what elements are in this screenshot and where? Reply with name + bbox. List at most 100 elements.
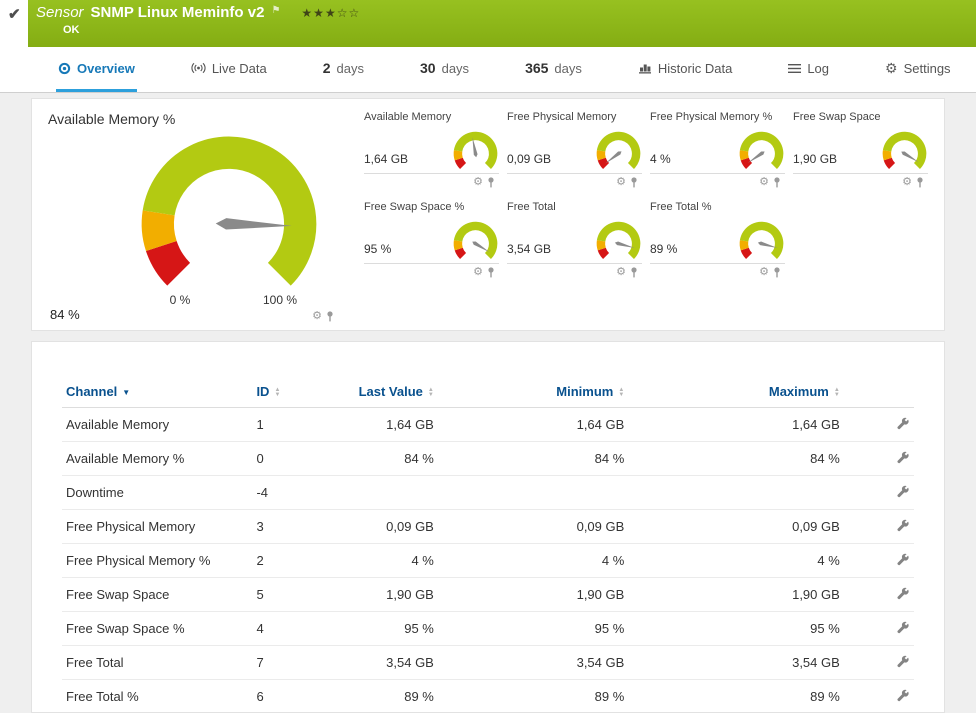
column-header-last-value[interactable]: Last Value ▲ ▼ bbox=[312, 376, 438, 408]
maximum-cell bbox=[628, 475, 844, 510]
flag-icon: ⚑ bbox=[271, 5, 281, 16]
column-header-minimum-label: Minimum bbox=[556, 384, 614, 399]
tab-historic-data[interactable]: Historic Data bbox=[636, 47, 734, 92]
tab-live-data[interactable]: Live Data bbox=[189, 47, 269, 92]
channel-settings-button[interactable] bbox=[896, 586, 910, 603]
tab-log[interactable]: Log bbox=[786, 47, 831, 92]
gauge-pin-icon[interactable] bbox=[487, 266, 495, 278]
gauge-settings-gear-icon[interactable]: ⚙ bbox=[759, 176, 769, 188]
sensor-header-bar: Sensor SNMP Linux Meminfo v2 ⚑ ★★★☆☆ OK bbox=[28, 0, 976, 47]
status-check-icon: ✔ bbox=[8, 6, 21, 23]
tab-2-days[interactable]: 2 days bbox=[321, 47, 366, 92]
gauge-pin-icon[interactable] bbox=[773, 176, 781, 188]
tab-365-days[interactable]: 365 days bbox=[523, 47, 584, 92]
channel-settings-button[interactable] bbox=[896, 654, 910, 671]
column-header-id[interactable]: ID ▲ ▼ bbox=[252, 376, 313, 408]
last-value-cell: 3,54 GB bbox=[312, 645, 438, 680]
last-value-cell: 1,64 GB bbox=[312, 407, 438, 442]
channel-settings-button[interactable] bbox=[896, 450, 910, 467]
gauge-settings-gear-icon[interactable]: ⚙ bbox=[616, 266, 626, 278]
channel-settings-button[interactable] bbox=[896, 688, 910, 705]
settings-gear-icon: ⚙ bbox=[885, 59, 898, 76]
channel-settings-button[interactable] bbox=[896, 620, 910, 637]
gauge-panel: Available Memory % 0 % 100 % 84 % ⚙ Avai… bbox=[31, 98, 945, 331]
minimum-cell bbox=[437, 475, 629, 510]
channel-id-cell: 7 bbox=[252, 645, 313, 680]
gauge-pin-icon[interactable] bbox=[487, 176, 495, 188]
star-rating[interactable]: ★★★☆☆ bbox=[301, 6, 360, 20]
mini-gauges-grid: Available Memory 1,64 GB ⚙ Free Physical… bbox=[348, 111, 928, 322]
gauge-pin-icon[interactable] bbox=[916, 176, 924, 188]
status-badge: OK bbox=[63, 24, 80, 36]
channel-name-cell[interactable]: Free Swap Space bbox=[62, 577, 253, 612]
column-header-actions bbox=[843, 376, 914, 408]
mini-gauge-tile: Available Memory 1,64 GB ⚙ bbox=[364, 111, 499, 195]
gauge-settings-gear-icon[interactable]: ⚙ bbox=[473, 176, 483, 188]
mini-gauge-chart bbox=[882, 131, 927, 170]
channel-id-cell: -4 bbox=[252, 475, 313, 510]
channel-name-cell[interactable]: Available Memory bbox=[62, 407, 253, 442]
mini-gauge-tile: Free Physical Memory 0,09 GB ⚙ bbox=[507, 111, 642, 195]
tab-settings[interactable]: ⚙ Settings bbox=[883, 47, 953, 92]
channel-id-cell: 2 bbox=[252, 543, 313, 578]
minimum-cell: 3,54 GB bbox=[437, 645, 629, 680]
mini-gauge-tile: Free Physical Memory % 4 % ⚙ bbox=[650, 111, 785, 195]
tab-settings-label: Settings bbox=[903, 60, 951, 76]
wrench-icon bbox=[897, 655, 909, 668]
maximum-cell: 1,90 GB bbox=[628, 577, 844, 612]
mini-gauge-value: 1,64 GB bbox=[364, 152, 409, 166]
mini-gauge-title: Free Swap Space bbox=[793, 111, 881, 123]
channel-settings-button[interactable] bbox=[896, 552, 910, 569]
column-header-maximum[interactable]: Maximum ▲ ▼ bbox=[628, 376, 844, 408]
gauge-settings-gear-icon[interactable]: ⚙ bbox=[312, 311, 322, 322]
channel-settings-button[interactable] bbox=[896, 416, 910, 433]
table-row: Downtime -4 bbox=[62, 475, 914, 510]
wrench-icon bbox=[897, 621, 909, 634]
channel-name-cell[interactable]: Downtime bbox=[62, 475, 253, 510]
last-value-cell: 1,90 GB bbox=[312, 577, 438, 612]
tab-2-days-unit: days bbox=[336, 60, 365, 76]
wrench-icon bbox=[897, 553, 909, 566]
gauge-pin-icon[interactable] bbox=[630, 266, 638, 278]
gauge-max-label: 100 % bbox=[262, 293, 298, 307]
tab-log-label: Log bbox=[807, 60, 830, 76]
table-row: Free Swap Space % 4 95 % 95 % 95 % bbox=[62, 611, 914, 646]
channel-name-cell[interactable]: Free Swap Space % bbox=[62, 611, 253, 646]
channel-name-cell[interactable]: Available Memory % bbox=[62, 441, 253, 476]
channel-name-cell[interactable]: Free Total % bbox=[62, 679, 253, 712]
maximum-cell: 4 % bbox=[628, 543, 844, 578]
channel-name-cell[interactable]: Free Total bbox=[62, 645, 253, 680]
mini-gauge-chart bbox=[596, 131, 641, 170]
column-header-minimum[interactable]: Minimum ▲ ▼ bbox=[437, 376, 629, 408]
sensor-title: SNMP Linux Meminfo v2 bbox=[90, 4, 265, 21]
tab-overview-label: Overview bbox=[77, 60, 135, 76]
channel-id-cell: 1 bbox=[252, 407, 313, 442]
maximum-cell: 89 % bbox=[628, 679, 844, 712]
mini-gauge-value: 3,54 GB bbox=[507, 242, 552, 256]
historic-data-icon bbox=[638, 64, 651, 74]
live-data-icon bbox=[191, 62, 206, 74]
channel-name-cell[interactable]: Free Physical Memory bbox=[62, 509, 253, 544]
column-header-channel[interactable]: Channel ▼ bbox=[62, 376, 253, 408]
gauge-settings-gear-icon[interactable]: ⚙ bbox=[473, 266, 483, 278]
gauge-pin-icon[interactable] bbox=[773, 266, 781, 278]
mini-gauge-title: Free Physical Memory bbox=[507, 111, 617, 123]
column-header-id-label: ID bbox=[256, 384, 270, 399]
mini-gauge-chart bbox=[453, 221, 498, 260]
last-value-cell: 4 % bbox=[312, 543, 438, 578]
sort-icon: ▲ ▼ bbox=[274, 386, 281, 398]
channel-settings-button[interactable] bbox=[896, 484, 910, 501]
channel-settings-button[interactable] bbox=[896, 518, 910, 535]
channel-name-cell[interactable]: Free Physical Memory % bbox=[62, 543, 253, 578]
tab-overview[interactable]: Overview bbox=[56, 47, 137, 92]
minimum-cell: 1,64 GB bbox=[437, 407, 629, 442]
gauge-settings-gear-icon[interactable]: ⚙ bbox=[902, 176, 912, 188]
gauge-settings-gear-icon[interactable]: ⚙ bbox=[616, 176, 626, 188]
gauge-settings-gear-icon[interactable]: ⚙ bbox=[759, 266, 769, 278]
gauge-pin-icon[interactable] bbox=[630, 176, 638, 188]
wrench-icon bbox=[897, 451, 909, 464]
minimum-cell: 84 % bbox=[437, 441, 629, 476]
tab-30-days[interactable]: 30 days bbox=[418, 47, 471, 92]
gauge-pin-icon[interactable] bbox=[326, 311, 334, 322]
tab-2-days-number: 2 bbox=[322, 60, 331, 76]
